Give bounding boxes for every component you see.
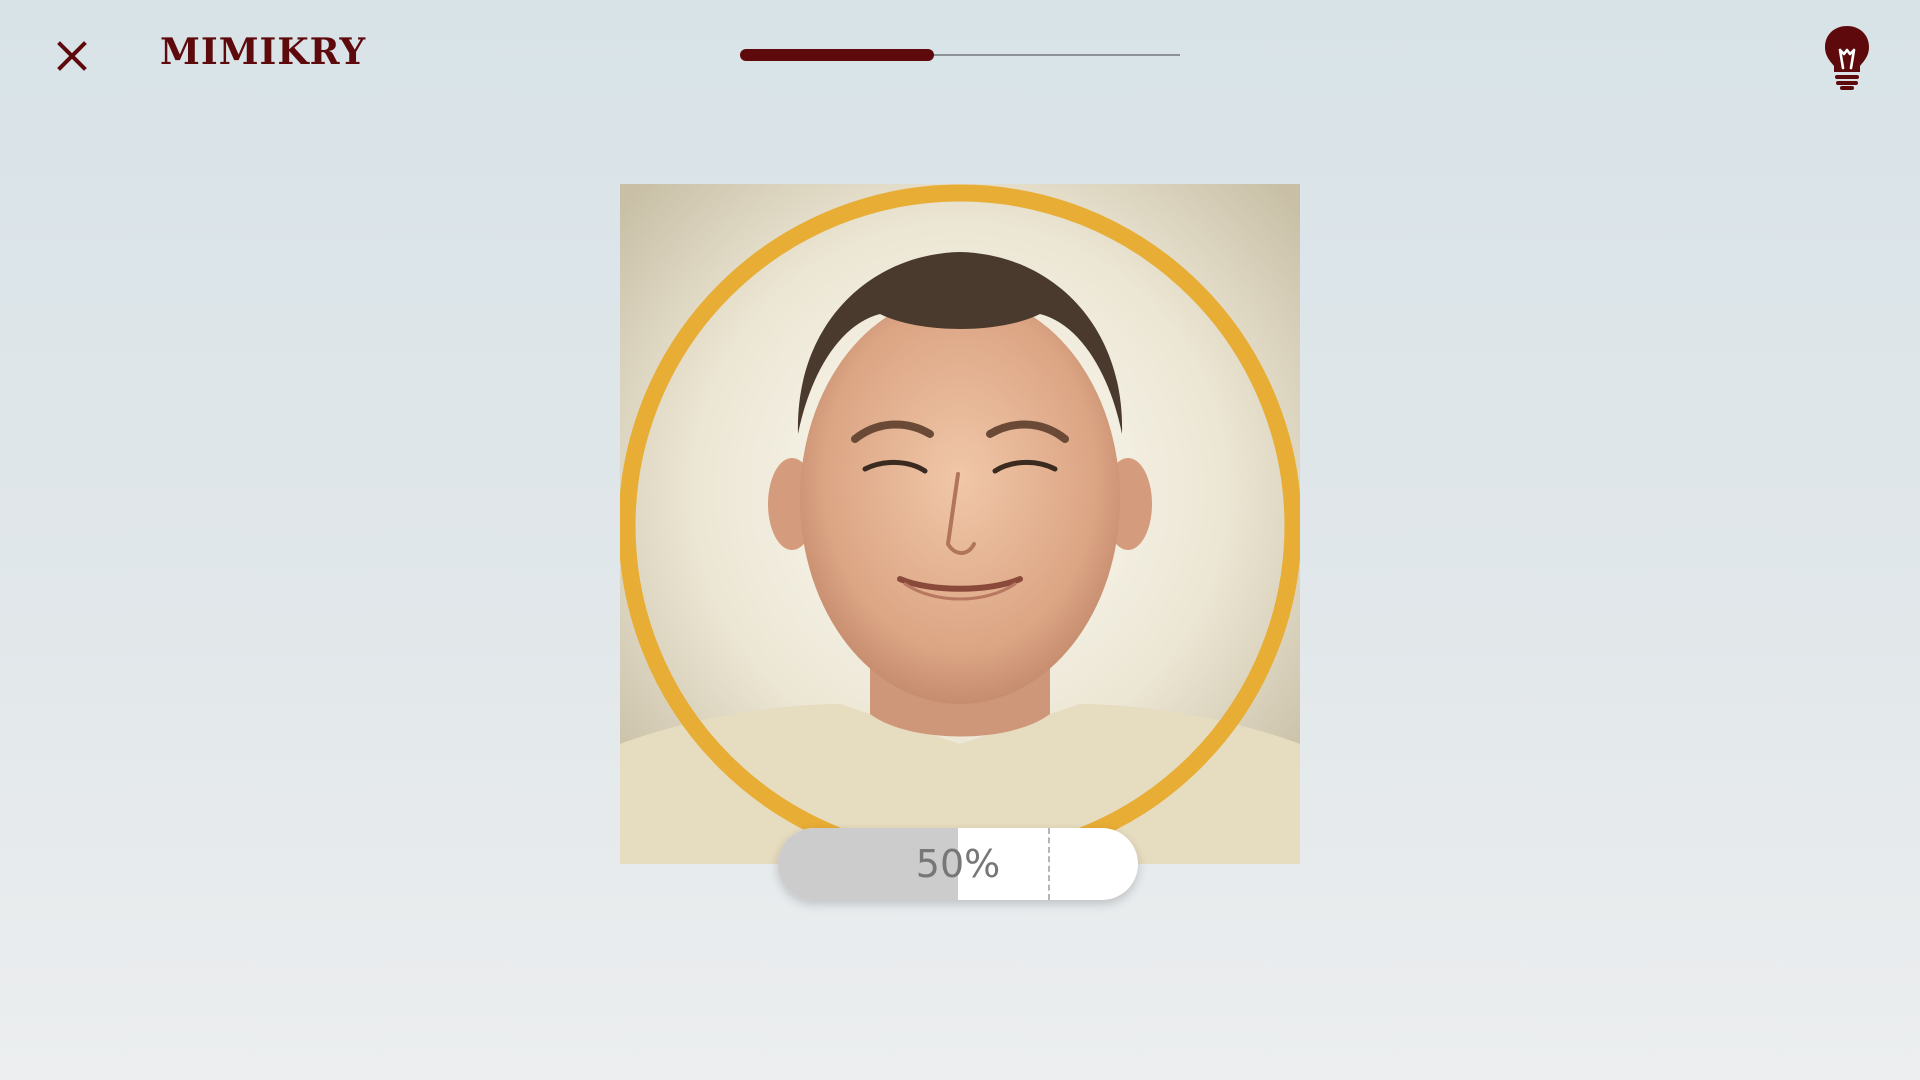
match-meter: 50% — [778, 828, 1138, 900]
close-button[interactable] — [46, 30, 98, 82]
lightbulb-icon — [1825, 26, 1869, 90]
face-stage — [620, 184, 1300, 864]
face-image — [620, 184, 1300, 864]
progress-fill — [740, 49, 934, 61]
match-percent-label: 50% — [915, 842, 1001, 886]
face-photo — [620, 184, 1300, 864]
top-bar: MIMIKRY — [0, 0, 1920, 110]
app-title: MIMIKRY — [160, 31, 367, 73]
hint-button[interactable] — [1822, 24, 1872, 90]
level-progress-bar — [740, 49, 1180, 61]
close-icon — [57, 41, 87, 71]
